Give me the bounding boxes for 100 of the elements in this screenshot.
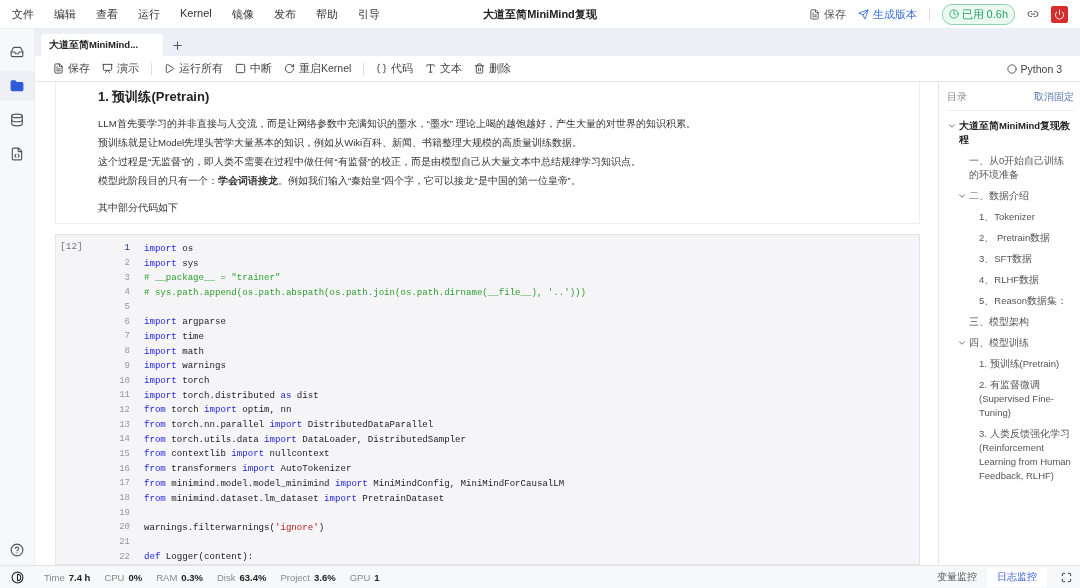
code-line: import math [144, 345, 205, 357]
toc-item[interactable]: 3. 人类反馈强化学习(Reinforcement Learning from Human Feedback, RLHF) [979, 427, 1074, 483]
file-icon [53, 63, 64, 74]
paragraph: 预训练就是让Model先埋头苦学大量基本的知识，例如从Wiki百科、新闻、书籍整理大规模的高质量训练数据。 [98, 136, 584, 150]
menu-item[interactable]: Kernel [180, 6, 212, 22]
toolbar-button[interactable]: 代码 [376, 61, 414, 76]
menu-item[interactable]: 发布 [273, 6, 296, 22]
line-number: 20 [118, 522, 130, 533]
contrast-icon[interactable] [10, 570, 24, 584]
status-value: 63.4% [239, 571, 267, 583]
code-line: from torch.nn.parallel import DistributedDataParallel [144, 419, 434, 431]
toolbar-button[interactable]: 中断 [235, 61, 272, 76]
line-number: 8 [123, 346, 130, 357]
presentation-icon [102, 63, 113, 74]
code-line: import torch [144, 375, 210, 387]
toc-title: 目录 [947, 90, 967, 104]
code-line: import os [144, 242, 194, 254]
chevron-down-icon[interactable] [947, 121, 957, 131]
status-label: Project [280, 571, 310, 583]
code-cell[interactable] [55, 234, 920, 565]
trash-icon [474, 63, 486, 74]
toc-item[interactable]: 5、Reason数据集： [979, 294, 1068, 308]
kernel-status: Python 3 [1006, 62, 1062, 75]
code-line: # sys.path.append(os.path.abspath(os.path.join(os.path.dirname(__file__), '..'))) [144, 286, 587, 298]
code-line: def Logger(content): [144, 551, 254, 563]
code-line: import warnings [144, 360, 226, 372]
menu-item[interactable]: 镜像 [231, 6, 254, 22]
chevron-down-icon[interactable] [957, 191, 967, 201]
help-icon [10, 543, 24, 557]
toc-item[interactable]: 1. 预训练(Pretrain) [979, 357, 1060, 371]
menu-item[interactable]: 帮助 [315, 6, 338, 22]
toc-item[interactable]: 2、 Pretrain数据 [979, 231, 1051, 245]
line-number: 2 [123, 258, 130, 269]
power-button[interactable] [1051, 5, 1068, 23]
chevron-down-icon[interactable] [957, 338, 967, 348]
menu-item[interactable]: 引导 [357, 6, 380, 22]
line-number: 3 [123, 272, 130, 283]
status-label: RAM [156, 571, 178, 583]
menu-item[interactable]: 查看 [96, 6, 118, 22]
toc-item[interactable]: 3、SFT数据 [979, 252, 1033, 266]
status-value: 0.3% [181, 571, 203, 583]
toc-item[interactable]: 二、数据介绍 [969, 189, 1029, 203]
monitor-tab[interactable]: 日志监控 [987, 567, 1047, 587]
toc-item[interactable]: 四、模型训练 [969, 336, 1029, 350]
status-value: 7.4 h [68, 571, 91, 583]
code-line: from transformers import AutoTokenizer [144, 463, 352, 475]
publish-button[interactable]: 生成版本 [857, 6, 917, 22]
menu-item[interactable]: 运行 [138, 6, 160, 22]
sidebar-button[interactable] [0, 71, 34, 101]
toc-item[interactable]: 4、RLHF数据 [979, 273, 1040, 287]
status-label: CPU [104, 571, 125, 583]
toolbar-button[interactable]: 重启Kernel [284, 61, 352, 76]
text-icon [425, 63, 437, 74]
monitor-tab[interactable]: 变量监控 [927, 567, 987, 587]
toolbar-button[interactable]: 演示 [102, 61, 139, 76]
usage-badge: 已用 0.6h [941, 3, 1015, 25]
toc-item[interactable]: 大道至简MiniMind复现教程 [959, 119, 1074, 147]
line-number: 5 [123, 302, 130, 313]
folder-icon [10, 79, 24, 93]
status-value: 0% [128, 571, 143, 583]
unpin-link[interactable]: 取消固定 [1034, 90, 1074, 104]
code-line: import time [144, 330, 205, 342]
circle-icon [1006, 63, 1017, 74]
line-number: 7 [123, 331, 130, 342]
toc-item[interactable]: 2. 有监督微调(Supervised Fine-Tuning) [979, 378, 1074, 420]
line-number: 11 [118, 390, 130, 401]
code-line: from minimind.dataset.lm_dataset import PretrainDataset [144, 492, 445, 504]
toc-item[interactable]: 三、模型架构 [969, 315, 1029, 329]
toc-item[interactable]: 一、从0开始自己训练的环境准备 [969, 154, 1074, 182]
fullscreen-icon[interactable] [1061, 571, 1072, 583]
code-line: warnings.filterwarnings('ignore') [144, 521, 325, 533]
power-icon [1054, 8, 1065, 20]
paragraph: 这个过程是“无监督”的，即人类不需要在过程中做任何“有监督”的校正，而是由模型自己从大量文本中总结规律学习知识点。 [98, 155, 642, 169]
paragraph: 模型此阶段目的只有一个：学会词语接龙。例如我们输入“秦始皇”四个字，它可以接龙“是中国的第一位皇帝”。 [98, 174, 582, 188]
line-number: 13 [118, 419, 130, 430]
execution-count: [12] [60, 241, 83, 252]
line-number: 19 [118, 507, 130, 518]
menu-item[interactable]: 编辑 [54, 6, 76, 22]
status-value: 1 [374, 571, 380, 583]
link-icon[interactable] [1027, 8, 1039, 20]
toc-item[interactable]: 1、Tokenizer [979, 210, 1035, 224]
toolbar-button[interactable]: 文本 [425, 61, 463, 76]
play-icon [164, 63, 175, 74]
menu-item[interactable]: 文件 [12, 6, 34, 22]
status-label: GPU [349, 571, 371, 583]
code-line: import argparse [144, 316, 226, 328]
paragraph: LLM首先要学习的并非直接与人交流，而是让网络参数中充满知识的墨水，“墨水” 理论上喝的越饱越好，产生大量的对世界的知识积累。 [98, 117, 697, 131]
line-number: 14 [118, 434, 130, 445]
line-number: 17 [118, 478, 130, 489]
database-icon [10, 113, 24, 127]
toolbar-button[interactable]: 保存 [53, 61, 90, 76]
toolbar-button[interactable]: 删除 [474, 61, 512, 76]
line-number: 10 [118, 375, 130, 386]
notebook-tab[interactable]: 大道至简MiniMind... [41, 34, 163, 56]
line-number: 16 [118, 463, 130, 474]
line-number: 4 [123, 287, 130, 298]
line-number: 1 [123, 243, 130, 254]
toolbar-button[interactable]: 运行所有 [164, 61, 223, 76]
line-number: 21 [118, 537, 130, 548]
save-button[interactable]: 保存 [808, 6, 846, 22]
